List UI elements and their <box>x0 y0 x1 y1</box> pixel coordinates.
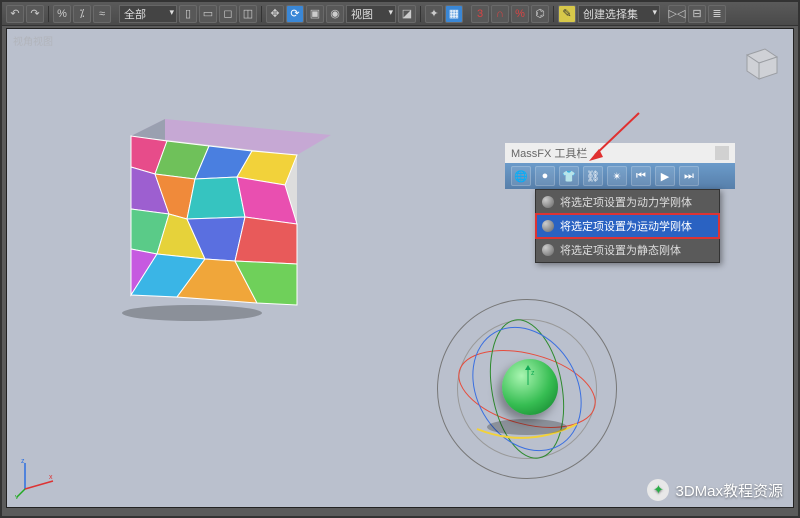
sim-step-button[interactable]: ⏭ <box>679 166 699 186</box>
ragdoll-button[interactable]: ✴ <box>607 166 627 186</box>
wechat-icon: ✦ <box>647 479 669 501</box>
massfx-panel[interactable]: MassFX 工具栏 🌐 ● 👕 ⛓ ✴ ⏮ ▶ ⏭ <box>505 143 735 189</box>
massfx-title-label: MassFX 工具栏 <box>511 145 587 161</box>
link-button[interactable]: % <box>53 5 71 23</box>
massfx-titlebar[interactable]: MassFX 工具栏 <box>505 143 735 163</box>
snap-toggle-button[interactable]: 3 <box>471 5 489 23</box>
unlink-button[interactable]: ⁒ <box>73 5 91 23</box>
selection-filter-dropdown[interactable]: 全部 <box>119 5 177 23</box>
use-center-button[interactable]: ◪ <box>398 5 416 23</box>
axis-gizmo: z x y <box>15 457 57 499</box>
placement-button[interactable]: ◉ <box>326 5 344 23</box>
cloth-button[interactable]: 👕 <box>559 166 579 186</box>
svg-text:z: z <box>531 370 535 377</box>
sphere-icon <box>542 196 554 208</box>
menu-item-label: 将选定项设置为运动学刚体 <box>560 218 692 234</box>
sphere-icon <box>542 244 554 256</box>
select-by-name-button[interactable]: ▭ <box>199 5 217 23</box>
mirror-button[interactable]: ▷◁ <box>668 5 686 23</box>
scale-button[interactable]: ▣ <box>306 5 324 23</box>
menu-item-kinematic[interactable]: 将选定项设置为运动学刚体 <box>536 214 719 238</box>
viewport-label: 视角视图 <box>13 33 53 48</box>
undo-button[interactable]: ↶ <box>6 5 24 23</box>
named-selection-button[interactable]: ✎ <box>558 5 576 23</box>
watermark: ✦ 3DMax教程资源 <box>647 479 783 501</box>
massfx-tool-row: 🌐 ● 👕 ⛓ ✴ ⏮ ▶ ⏭ <box>505 163 735 189</box>
main-toolbar: ↶ ↷ % ⁒ ≈ 全部 ▯ ▭ ◻ ◫ ✥ ⟳ ▣ ◉ 视图 ◪ ✦ ▦ 3 … <box>2 2 798 26</box>
app-frame: ↶ ↷ % ⁒ ≈ 全部 ▯ ▭ ◻ ◫ ✥ ⟳ ▣ ◉ 视图 ◪ ✦ ▦ 3 … <box>0 0 800 518</box>
keyboard-shortcut-button[interactable]: ▦ <box>445 5 463 23</box>
named-selection-dropdown[interactable]: 创建选择集 <box>578 5 660 23</box>
rectangular-region-button[interactable]: ◻ <box>219 5 237 23</box>
select-object-button[interactable]: ▯ <box>179 5 197 23</box>
sim-play-button[interactable]: ▶ <box>655 166 675 186</box>
window-crossing-button[interactable]: ◫ <box>239 5 257 23</box>
percent-snap-button[interactable]: % <box>511 5 529 23</box>
sphere-object[interactable]: z <box>502 359 558 415</box>
svg-text:x: x <box>49 474 53 481</box>
watermark-text: 3DMax教程资源 <box>675 480 783 501</box>
svg-text:z: z <box>21 458 25 465</box>
sim-reset-button[interactable]: ⏮ <box>631 166 651 186</box>
spinner-snap-button[interactable]: ⌬ <box>531 5 549 23</box>
angle-snap-button[interactable]: ∩ <box>491 5 509 23</box>
fractured-box-object[interactable] <box>117 119 350 322</box>
close-icon[interactable] <box>715 146 729 160</box>
ref-coord-dropdown[interactable]: 视图 <box>346 5 396 23</box>
menu-item-label: 将选定项设置为动力学刚体 <box>560 194 692 210</box>
rigid-body-button[interactable]: ● <box>535 166 555 186</box>
menu-item-label: 将选定项设置为静态刚体 <box>560 242 681 258</box>
sphere-icon <box>542 220 554 232</box>
viewcube[interactable] <box>735 37 785 87</box>
menu-item-dynamic[interactable]: 将选定项设置为动力学刚体 <box>536 190 719 214</box>
align-button[interactable]: ⊟ <box>688 5 706 23</box>
rotate-button[interactable]: ⟳ <box>286 5 304 23</box>
sphere-with-gizmo[interactable]: z <box>427 289 627 489</box>
menu-item-static[interactable]: 将选定项设置为静态刚体 <box>536 238 719 262</box>
svg-text:y: y <box>15 494 19 499</box>
rigid-body-menu[interactable]: 将选定项设置为动力学刚体 将选定项设置为运动学刚体 将选定项设置为静态刚体 <box>535 189 720 263</box>
layers-button[interactable]: ≣ <box>708 5 726 23</box>
move-button[interactable]: ✥ <box>266 5 284 23</box>
select-manipulate-button[interactable]: ✦ <box>425 5 443 23</box>
world-params-button[interactable]: 🌐 <box>511 166 531 186</box>
bind-spacewarp-button[interactable]: ≈ <box>93 5 111 23</box>
constraint-button[interactable]: ⛓ <box>583 166 603 186</box>
viewport[interactable]: 视角视图 <box>6 28 794 508</box>
redo-button[interactable]: ↷ <box>26 5 44 23</box>
